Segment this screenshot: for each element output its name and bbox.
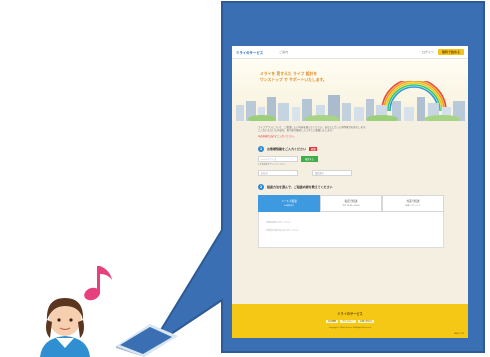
form-body: ライフプランについて、ご相談したい内容を選んでください。あなたに合った専門家がお… xyxy=(258,126,444,248)
name-field[interactable]: お名前 xyxy=(258,169,298,176)
website-screenshot: ミライのサービス ご案内 ログイン 無料で始める ミライを 見すえた ライフ 設… xyxy=(232,46,468,338)
site-subtitle: ご案内 xyxy=(279,50,289,54)
email-row: メールアドレス 確認する xyxy=(258,155,444,162)
step-2-heading: 2 相談方法を選んで、ご相談内容を教えてください xyxy=(258,183,444,190)
footer-link[interactable]: プライバシー xyxy=(340,320,356,323)
footer-link[interactable]: お問い合わせ xyxy=(357,320,374,323)
required-note: ※必須項目は必ずご入力ください。 xyxy=(258,134,296,138)
tab-sub: 24時間受付 xyxy=(284,205,294,208)
cta-button[interactable]: 無料で始める xyxy=(437,49,464,55)
email-hint: ※半角英数字でご入力ください xyxy=(258,163,286,166)
hero-banner: ミライを 見すえた ライフ 設計を ワンストップ で サポートいたします。 xyxy=(232,59,468,121)
tab-in-person[interactable]: 対面で相談 店舗・オンライン xyxy=(382,194,444,212)
required-badge: 必須 xyxy=(309,146,318,151)
page-top-link[interactable]: PAGE TOP xyxy=(454,333,464,335)
panel-textarea-1[interactable]: ご相談内容をご記入ください xyxy=(265,221,437,224)
tab-sub: 平日 10:00〜18:00 xyxy=(342,205,360,208)
footer-links: 会社概要 プライバシー お問い合わせ xyxy=(325,320,375,323)
cityscape-rainbow-image xyxy=(236,81,465,121)
tab-label: 電話で相談 xyxy=(344,200,358,204)
site-footer: ミライのサービス 会社概要 プライバシー お問い合わせ Copyright © … xyxy=(232,304,468,338)
login-link[interactable]: ログイン xyxy=(422,50,434,54)
step-1-number: 1 xyxy=(258,145,264,152)
tab-email[interactable]: メールで相談 24時間受付 xyxy=(258,194,320,212)
site-logo[interactable]: ミライのサービス xyxy=(236,50,263,55)
tab-panel: ご相談内容をご記入ください ご希望の日時があればご記入ください xyxy=(258,211,444,248)
footer-logo[interactable]: ミライのサービス xyxy=(337,311,363,316)
tab-sub: 店舗・オンライン xyxy=(405,205,421,208)
step-2-title: 相談方法を選んで、ご相談内容を教えてください xyxy=(267,184,333,189)
phone-field[interactable]: 電話番号 xyxy=(312,169,352,176)
tab-label: 対面で相談 xyxy=(406,200,420,204)
consultation-tabs: メールで相談 24時間受付 電話で相談 平日 10:00〜18:00 対面で相談… xyxy=(258,194,444,212)
tab-phone[interactable]: 電話で相談 平日 10:00〜18:00 xyxy=(320,194,382,212)
step-1-heading: 1 お客様情報をご入力ください 必須 xyxy=(258,145,444,152)
site-header: ミライのサービス ご案内 ログイン 無料で始める xyxy=(232,46,468,59)
intro-text-2: ご入力いただいた内容は、担当者が確認したうえでご連絡いたします。 xyxy=(258,129,335,133)
illustration-stage: ミライのサービス ご案内 ログイン 無料で始める ミライを 見すえた ライフ 設… xyxy=(0,0,490,357)
woman-avatar-icon xyxy=(40,298,90,357)
step-2-number: 2 xyxy=(258,183,264,190)
confirm-button[interactable]: 確認する xyxy=(301,155,318,162)
tab-label: メールで相談 xyxy=(281,200,297,204)
tablet-device-icon xyxy=(116,324,178,357)
panel-textarea-2[interactable]: ご希望の日時があればご記入ください xyxy=(265,229,437,232)
name-phone-row: お名前 電話番号 xyxy=(258,169,444,176)
footer-link[interactable]: 会社概要 xyxy=(326,320,339,323)
copyright-text: Copyright © Mirai Service. All Rights Re… xyxy=(328,327,372,329)
step-1-title: お客様情報をご入力ください xyxy=(267,146,307,151)
email-field[interactable]: メールアドレス xyxy=(258,155,298,162)
